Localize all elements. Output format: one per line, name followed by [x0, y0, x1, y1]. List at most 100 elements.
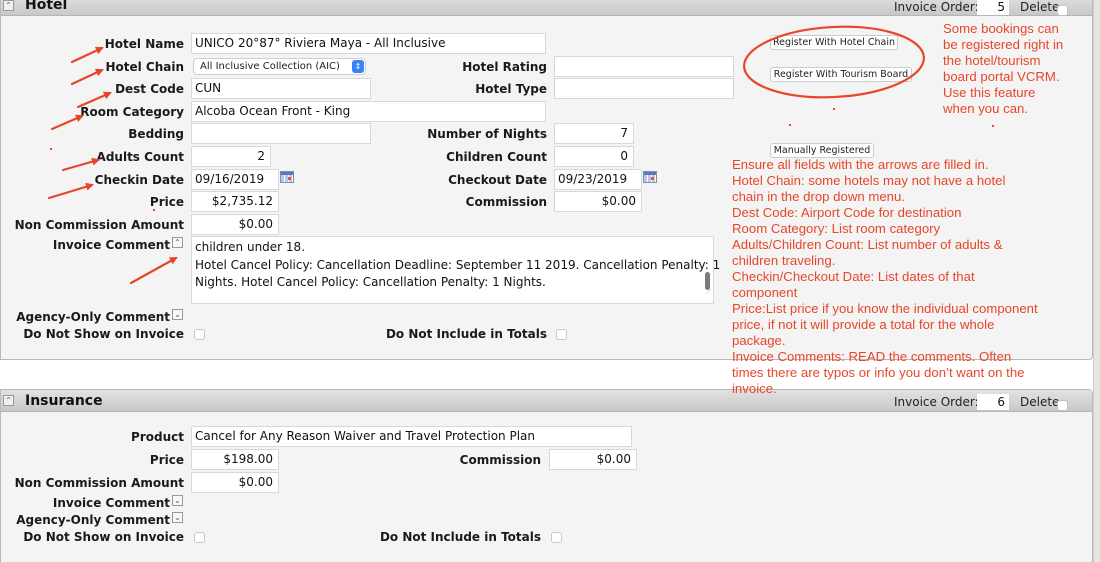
note-line: Use this feature — [943, 85, 1036, 100]
room-category-input[interactable]: Alcoba Ocean Front - King — [191, 101, 546, 122]
adults-count-input[interactable]: 2 — [191, 146, 271, 167]
hotel-chain-label: Hotel Chain — [105, 60, 184, 74]
bedding-label: Bedding — [128, 127, 184, 141]
hotel-section-header: ⌃ Hotel Invoice Order: 5 Delete — [1, 0, 1092, 16]
hotel-type-label: Hotel Type — [475, 82, 547, 96]
commission-input[interactable]: $0.00 — [549, 449, 637, 470]
page-scrollbar[interactable] — [1093, 0, 1100, 562]
invoice-comment-label: Invoice Comment — [52, 238, 170, 252]
commission-label: Commission — [465, 195, 547, 209]
expand-comment-icon[interactable]: ⌄ — [172, 512, 183, 523]
checkout-date-input[interactable]: 09/23/2019 — [554, 169, 642, 190]
bedding-input[interactable] — [191, 123, 371, 144]
agency-only-comment-label: Agency-Only Comment — [16, 310, 170, 324]
invoice-comment-textarea[interactable]: children under 18. Hotel Cancel Policy: … — [191, 236, 721, 304]
hotel-type-input[interactable] — [554, 78, 734, 99]
dest-code-input[interactable]: CUN — [191, 78, 371, 99]
annotation-dot — [153, 209, 155, 211]
note-line: package. — [732, 333, 786, 348]
hotel-rating-label: Hotel Rating — [462, 60, 547, 74]
invoice-order-input[interactable]: 5 — [977, 0, 1009, 15]
note-line: Dest Code: Airport Code for destination — [732, 205, 962, 220]
expand-comment-icon[interactable]: ⌄ — [172, 495, 183, 506]
section-title: Hotel — [25, 0, 68, 13]
invoice-order-label: Invoice Order: — [894, 395, 979, 409]
note-line: component — [732, 285, 798, 300]
section-title: Insurance — [25, 393, 103, 409]
annotation-dot — [992, 125, 994, 127]
registration-note: Some bookings can be registered right in… — [943, 21, 1063, 117]
price-input[interactable]: $198.00 — [191, 449, 279, 470]
do-not-show-on-invoice-label: Do Not Show on Invoice — [23, 327, 184, 341]
note-line: Invoice Comments: READ the comments. Oft… — [732, 349, 1012, 364]
price-label: Price — [149, 453, 184, 467]
comment-line: children under 18. — [195, 240, 306, 254]
do-not-include-in-totals-checkbox[interactable] — [551, 532, 562, 543]
delete-checkbox[interactable] — [1057, 400, 1068, 411]
note-line: board portal VCRM. — [943, 69, 1060, 84]
do-not-show-on-invoice-label: Do Not Show on Invoice — [23, 530, 184, 544]
hotel-chain-select[interactable]: All Inclusive Collection (AIC) ⇕ — [193, 58, 366, 75]
comment-line: Nights. Hotel Cancel Policy: Cancellatio… — [195, 275, 546, 289]
non-commission-amount-label: Non Commission Amount — [14, 218, 184, 232]
children-count-label: Children Count — [446, 150, 547, 164]
note-line: the hotel/tourism — [943, 53, 1041, 68]
collapse-comment-icon[interactable]: ⌃ — [172, 237, 183, 248]
checkout-date-label: Checkout Date — [448, 173, 547, 187]
invoice-comment-label: Invoice Comment — [52, 496, 170, 510]
resize-grip-icon[interactable]: ⟋ — [706, 284, 711, 302]
do-not-show-on-invoice-checkbox[interactable] — [194, 532, 205, 543]
annotation-dot — [50, 148, 52, 150]
collapse-section-icon[interactable]: ⌃ — [3, 0, 14, 11]
agency-only-comment-label: Agency-Only Comment — [16, 513, 170, 527]
manually-registered-button[interactable]: Manually Registered — [770, 143, 874, 158]
do-not-show-on-invoice-checkbox[interactable] — [194, 329, 205, 340]
note-line: Room Category: List room category — [732, 221, 941, 236]
note-line: Some bookings can — [943, 21, 1059, 36]
number-of-nights-label: Number of Nights — [427, 127, 547, 141]
note-line: be registered right in — [943, 37, 1064, 52]
calendar-icon[interactable] — [643, 171, 657, 183]
commission-input[interactable]: $0.00 — [554, 191, 642, 212]
note-line: Checkin/Checkout Date: List dates of tha… — [732, 269, 975, 284]
invoice-order-label: Invoice Order: — [894, 0, 979, 14]
collapse-section-icon[interactable]: ⌃ — [3, 395, 14, 406]
product-input[interactable]: Cancel for Any Reason Waiver and Travel … — [191, 426, 632, 447]
do-not-include-in-totals-label: Do Not Include in Totals — [385, 327, 547, 341]
price-label: Price — [149, 195, 184, 209]
hotel-chain-selected-value: All Inclusive Collection (AIC) — [200, 61, 340, 72]
children-count-input[interactable]: 0 — [554, 146, 634, 167]
note-line: when you can. — [943, 101, 1029, 116]
do-not-include-in-totals-label: Do Not Include in Totals — [379, 530, 541, 544]
note-line: Hotel Chain: some hotels may not have a … — [732, 173, 1006, 188]
register-with-tourism-board-button[interactable]: Register With Tourism Board — [770, 67, 912, 82]
hotel-name-input[interactable]: UNICO 20°87° Riviera Maya - All Inclusiv… — [191, 33, 546, 54]
non-commission-amount-input[interactable]: $0.00 — [191, 214, 279, 235]
comment-line: Hotel Cancel Policy: Cancellation Deadli… — [195, 257, 721, 272]
delete-label: Delete — [1020, 0, 1060, 14]
non-commission-amount-label: Non Commission Amount — [14, 476, 184, 490]
note-line: invoice. — [732, 381, 777, 396]
note-line: Price:List price if you know the individ… — [732, 301, 1038, 316]
do-not-include-in-totals-checkbox[interactable] — [556, 329, 567, 340]
delete-checkbox[interactable] — [1057, 5, 1068, 16]
annotation-dot — [789, 124, 791, 126]
adults-count-label: Adults Count — [96, 150, 184, 164]
number-of-nights-input[interactable]: 7 — [554, 123, 634, 144]
annotation-dot — [833, 108, 835, 110]
note-line: price, if not it will provide a total fo… — [732, 317, 995, 332]
register-with-hotel-chain-button[interactable]: Register With Hotel Chain — [770, 35, 898, 50]
non-commission-amount-input[interactable]: $0.00 — [191, 472, 279, 493]
note-line: chain in the drop down menu. — [732, 189, 906, 204]
expand-comment-icon[interactable]: ⌄ — [172, 309, 183, 320]
instructions-note: Ensure all fields with the arrows are fi… — [732, 157, 1038, 397]
note-line: Adults/Children Count: List number of ad… — [732, 237, 1003, 252]
room-category-label: Room Category — [80, 105, 184, 119]
checkin-date-input[interactable]: 09/16/2019 — [191, 169, 279, 190]
product-label: Product — [131, 430, 184, 444]
note-line: times there are typos or info you don’t … — [732, 365, 1025, 380]
calendar-icon[interactable] — [280, 171, 294, 183]
price-input[interactable]: $2,735.12 — [191, 191, 279, 212]
dest-code-label: Dest Code — [115, 82, 184, 96]
hotel-rating-input[interactable] — [554, 56, 734, 77]
